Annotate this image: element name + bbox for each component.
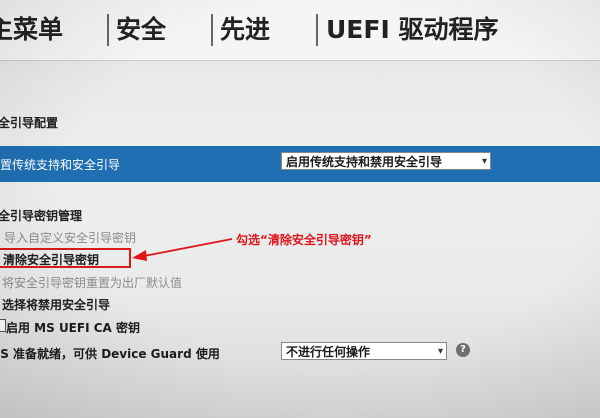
menu-separator: [316, 14, 318, 46]
annotation-text: 勾选“清除安全引导密钥”: [236, 233, 372, 247]
annotation-highlight-box: [0, 248, 131, 268]
tab-uefi-drivers[interactable]: UEFI 驱动程序: [326, 12, 498, 48]
import-custom-keys-item: 导入自定义安全引导密钥: [4, 231, 137, 245]
menu-bar: 主菜单 安全 先进 UEFI 驱动程序: [0, 0, 600, 61]
legacy-support-label: 置传统支持和安全引导: [0, 158, 121, 172]
device-guard-label: OS 准备就绪，可供 Device Guard 使用: [0, 347, 220, 361]
help-icon[interactable]: ?: [456, 343, 470, 357]
device-guard-value: 不进行任何操作: [286, 345, 371, 359]
annotation-arrow-icon: [132, 238, 233, 261]
legacy-support-value: 启用传统支持和禁用安全引导: [286, 155, 443, 169]
section-title-disable-secure-boot: 选择将禁用安全引导: [2, 298, 111, 312]
menu-separator: [211, 14, 213, 46]
bios-screen: 主菜单 安全 先进 UEFI 驱动程序 全引导配置 置传统支持和安全引导 启用传…: [0, 0, 600, 418]
reset-factory-keys-item: 将安全引导密钥重置为出厂默认值: [2, 276, 183, 290]
menu-separator: [107, 14, 109, 46]
tab-security[interactable]: 安全: [116, 12, 166, 48]
device-guard-select[interactable]: 不进行任何操作 ▾: [281, 342, 447, 360]
legacy-support-select[interactable]: 启用传统支持和禁用安全引导 ▾: [281, 152, 491, 170]
section-title-secure-boot-config: 全引导配置: [0, 116, 59, 130]
tab-main-menu[interactable]: 主菜单: [0, 12, 63, 48]
chevron-down-icon: ▾: [437, 346, 443, 357]
ms-uefi-ca-label: 启用 MS UEFI CA 密钥: [6, 321, 140, 335]
tab-advanced[interactable]: 先进: [220, 12, 270, 48]
chevron-down-icon: ▾: [481, 156, 487, 167]
section-title-key-management: 全引导密钥管理: [0, 209, 83, 223]
